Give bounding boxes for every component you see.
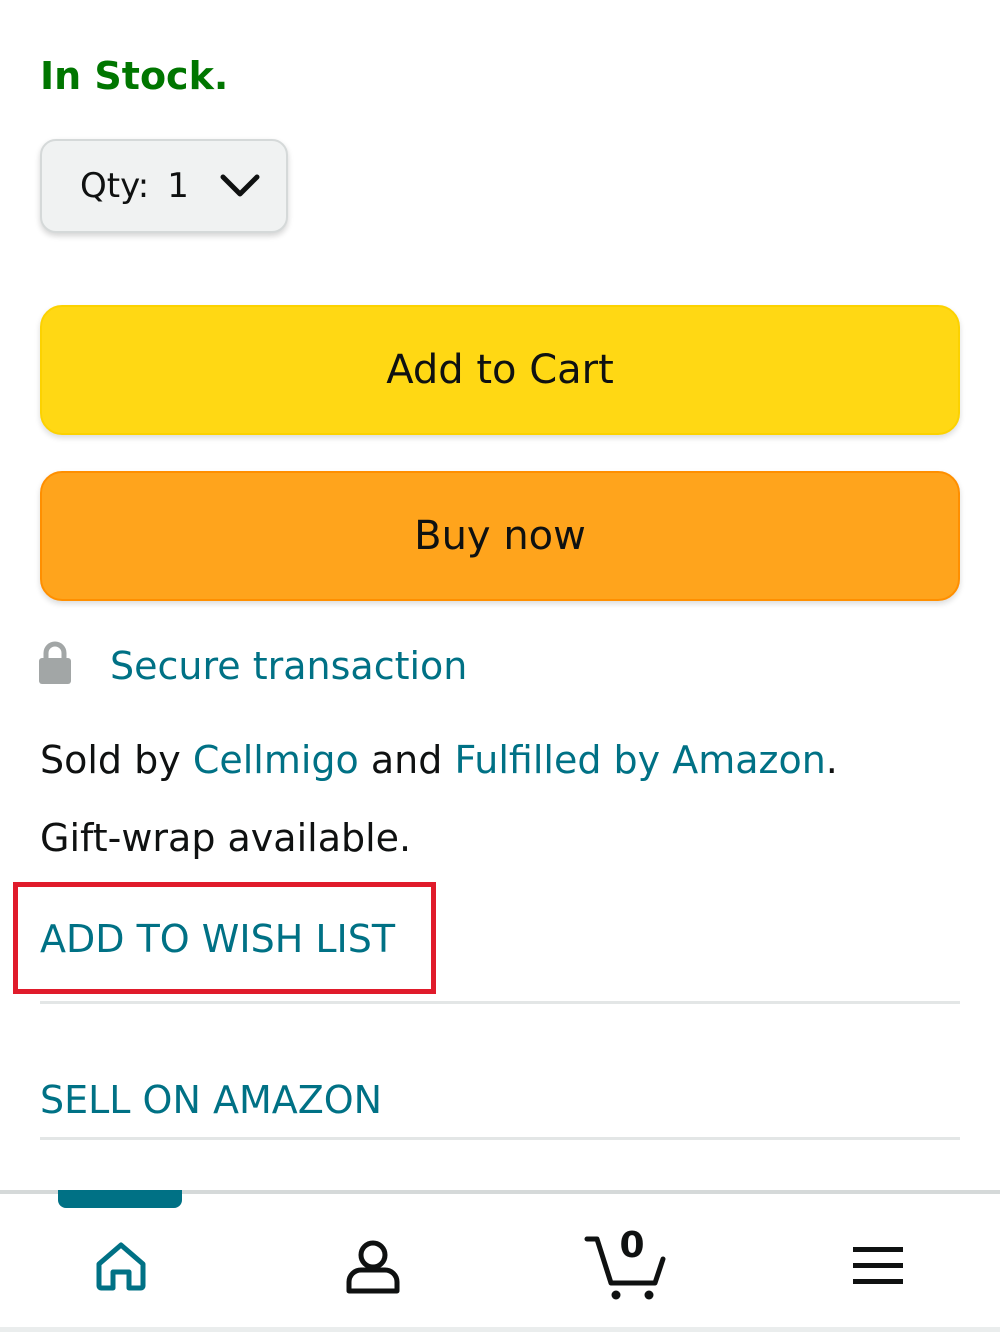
nav-cart-button[interactable]: 0 <box>580 1226 670 1306</box>
nav-menu-button[interactable] <box>833 1226 923 1306</box>
menu-icon <box>853 1247 903 1284</box>
divider <box>40 1001 960 1004</box>
divider <box>40 1137 960 1140</box>
gift-wrap-note: Gift-wrap available. <box>40 816 412 860</box>
seller-and-text: and <box>358 738 455 782</box>
buy-now-button[interactable]: Buy now <box>40 471 960 601</box>
bottom-edge <box>0 1327 1000 1332</box>
secure-transaction-link[interactable]: Secure transaction <box>110 642 467 690</box>
sold-by-prefix: Sold by <box>40 738 193 782</box>
add-to-cart-button[interactable]: Add to Cart <box>40 305 960 435</box>
cart-count-badge: 0 <box>619 1225 645 1266</box>
nav-home-button[interactable] <box>76 1226 166 1306</box>
lock-icon <box>39 641 71 684</box>
nav-account-button[interactable] <box>328 1226 418 1306</box>
sell-on-amazon-link[interactable]: SELL ON AMAZON <box>40 1074 382 1126</box>
seller-info: Sold by Cellmigo and Fulfilled by Amazon… <box>40 734 838 786</box>
availability-status: In Stock. <box>40 54 229 98</box>
home-icon <box>96 1242 146 1291</box>
seller-suffix: . <box>825 738 838 782</box>
seller-link[interactable]: Cellmigo <box>193 738 359 782</box>
quantity-dropdown[interactable]: Qty: 1 <box>40 139 288 233</box>
quantity-label: Qty: <box>80 166 150 206</box>
active-tab-indicator <box>58 1190 182 1208</box>
fulfilled-by-amazon-link[interactable]: Fulfilled by Amazon <box>454 738 825 782</box>
chevron-down-icon <box>220 174 260 197</box>
user-icon <box>346 1240 400 1294</box>
add-to-wish-list-link[interactable]: ADD TO WISH LIST <box>40 913 395 965</box>
quantity-value: 1 <box>167 166 189 206</box>
